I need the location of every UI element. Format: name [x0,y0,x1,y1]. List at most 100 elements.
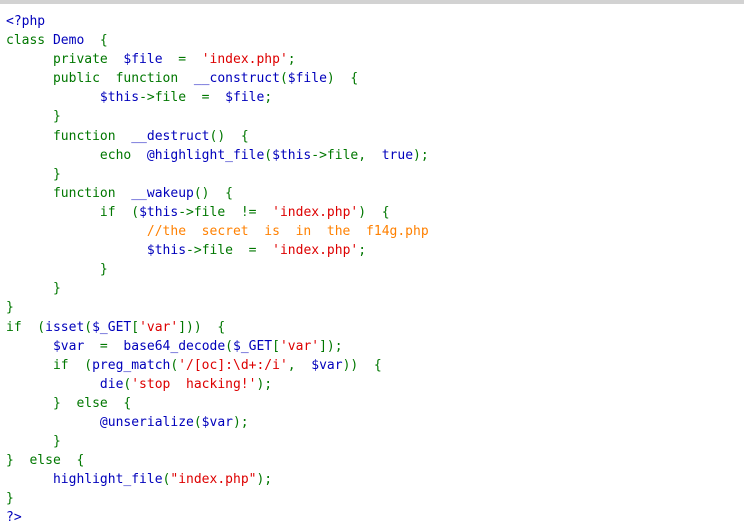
code-token-kw: )) { [342,357,382,373]
code-token-kw: = [162,52,202,68]
code-token-var: $file [123,52,163,68]
code-line: } else { [6,451,744,470]
code-token-kw [6,224,147,239]
code-token-kw: = [84,338,124,354]
code-line: function __wakeup() { [6,184,744,203]
code-token-kw [45,33,53,48]
code-token-var: $this [139,204,179,220]
code-token-kw: { [84,33,108,49]
code-line: private $file = 'index.php'; [6,50,744,69]
code-line: } [6,432,744,451]
code-token-kw: ; [358,243,367,259]
code-token-kw: file [201,243,233,259]
code-token-str: '/[oc]:\d+:/i' [178,357,288,373]
code-line: } [6,107,744,126]
code-token-kw: ( [193,414,202,430]
code-line: } [6,165,744,184]
code-token-kw: [ [131,319,140,335]
code-token-kw: } [6,300,14,316]
code-token-var: isset [45,319,85,335]
code-token-kw: -> [139,90,155,106]
code-token-kw: echo [6,147,147,163]
code-token-var: $var [201,414,233,430]
code-token-kw: class [6,33,46,49]
code-token-kw: ); [256,472,273,488]
code-token-var: $_GET [233,338,273,354]
code-token-str: 'var' [139,319,179,335]
code-line: if (isset($_GET['var'])) { [6,318,744,337]
code-token-var: <?php [6,14,46,29]
code-token-var: __wakeup [131,185,194,201]
code-line: } else { [6,394,744,413]
code-token-str: 'stop hacking!' [131,376,257,392]
code-token-var: __construct [193,71,280,87]
code-token-str: 'index.php' [272,243,359,259]
code-token-kw: ])) { [178,319,226,335]
code-token-kw: ( [279,71,288,87]
code-token-kw: function [6,128,132,144]
code-token-kw [6,377,100,392]
code-token-kw: = [186,90,226,106]
code-token-kw: , [358,147,382,163]
code-token-var: ?> [6,510,22,526]
code-line: } [6,489,744,508]
code-line: echo @highlight_file($this->file, true); [6,146,744,165]
code-token-var: $this [146,243,187,259]
code-token-kw: ; [264,90,273,106]
code-line: <?php [6,12,744,31]
code-token-kw: } else { [6,453,85,469]
code-token-kw: } [6,166,61,182]
code-token-var: $var [52,338,85,354]
code-token-kw: if ( [6,357,93,373]
code-token-var: $var [311,357,343,373]
code-token-var: preg_match [92,357,171,373]
code-token-kw: } [6,434,61,450]
code-token-kw: -> [178,204,194,220]
code-token-kw: file [154,90,187,106]
code-line: highlight_file("index.php"); [6,470,744,489]
code-line: if ($this->file != 'index.php') { [6,203,744,222]
code-token-var: $this [99,90,140,106]
code-token-kw: ) { [358,204,390,220]
code-token-kw: -> [186,243,202,259]
code-token-kw [6,339,53,354]
code-token-var: true [381,147,414,163]
code-token-var: __destruct [131,128,210,144]
code-token-kw: ( [225,338,233,354]
php-source-listing[interactable]: <?php class Demo { private $file = 'inde… [6,12,744,528]
code-token-kw: } [6,262,108,278]
code-token-kw: public function [6,71,194,87]
code-token-kw: () { [209,128,249,144]
code-token-str: 'index.php' [272,204,359,220]
code-token-var: $file [225,90,265,106]
code-token-var: $_GET [92,319,132,335]
code-token-kw: ); [232,414,249,430]
code-token-kw: != [225,204,273,220]
code-line: @unserialize($var); [6,413,744,432]
code-token-kw [6,243,147,258]
code-token-kw [6,415,100,430]
code-token-kw: , [287,357,312,373]
code-token-kw: ); [413,147,429,163]
code-token-kw: ]); [319,338,343,354]
code-line: class Demo { [6,31,744,50]
code-token-var: Demo [52,33,85,49]
code-line: $var = base64_decode($_GET['var']); [6,337,744,356]
code-token-kw: if ( [6,204,140,220]
code-token-kw: } [6,281,61,297]
code-token-kw [6,90,100,105]
code-token-str: 'index.php' [201,52,288,68]
code-token-kw: if ( [6,319,46,335]
code-token-kw: } [6,491,14,507]
code-viewport[interactable]: <?php class Demo { private $file = 'inde… [0,4,744,528]
code-line: } [6,298,744,317]
code-line: $this->file = $file; [6,88,744,107]
code-token-kw: } [6,109,61,125]
code-token-var: base64_decode [123,338,226,354]
code-token-kw: [ [272,338,280,354]
code-line: } [6,279,744,298]
code-line: } [6,260,744,279]
code-token-var: $file [287,71,327,87]
code-token-kw: function [6,185,132,201]
code-line: ?> [6,508,744,527]
